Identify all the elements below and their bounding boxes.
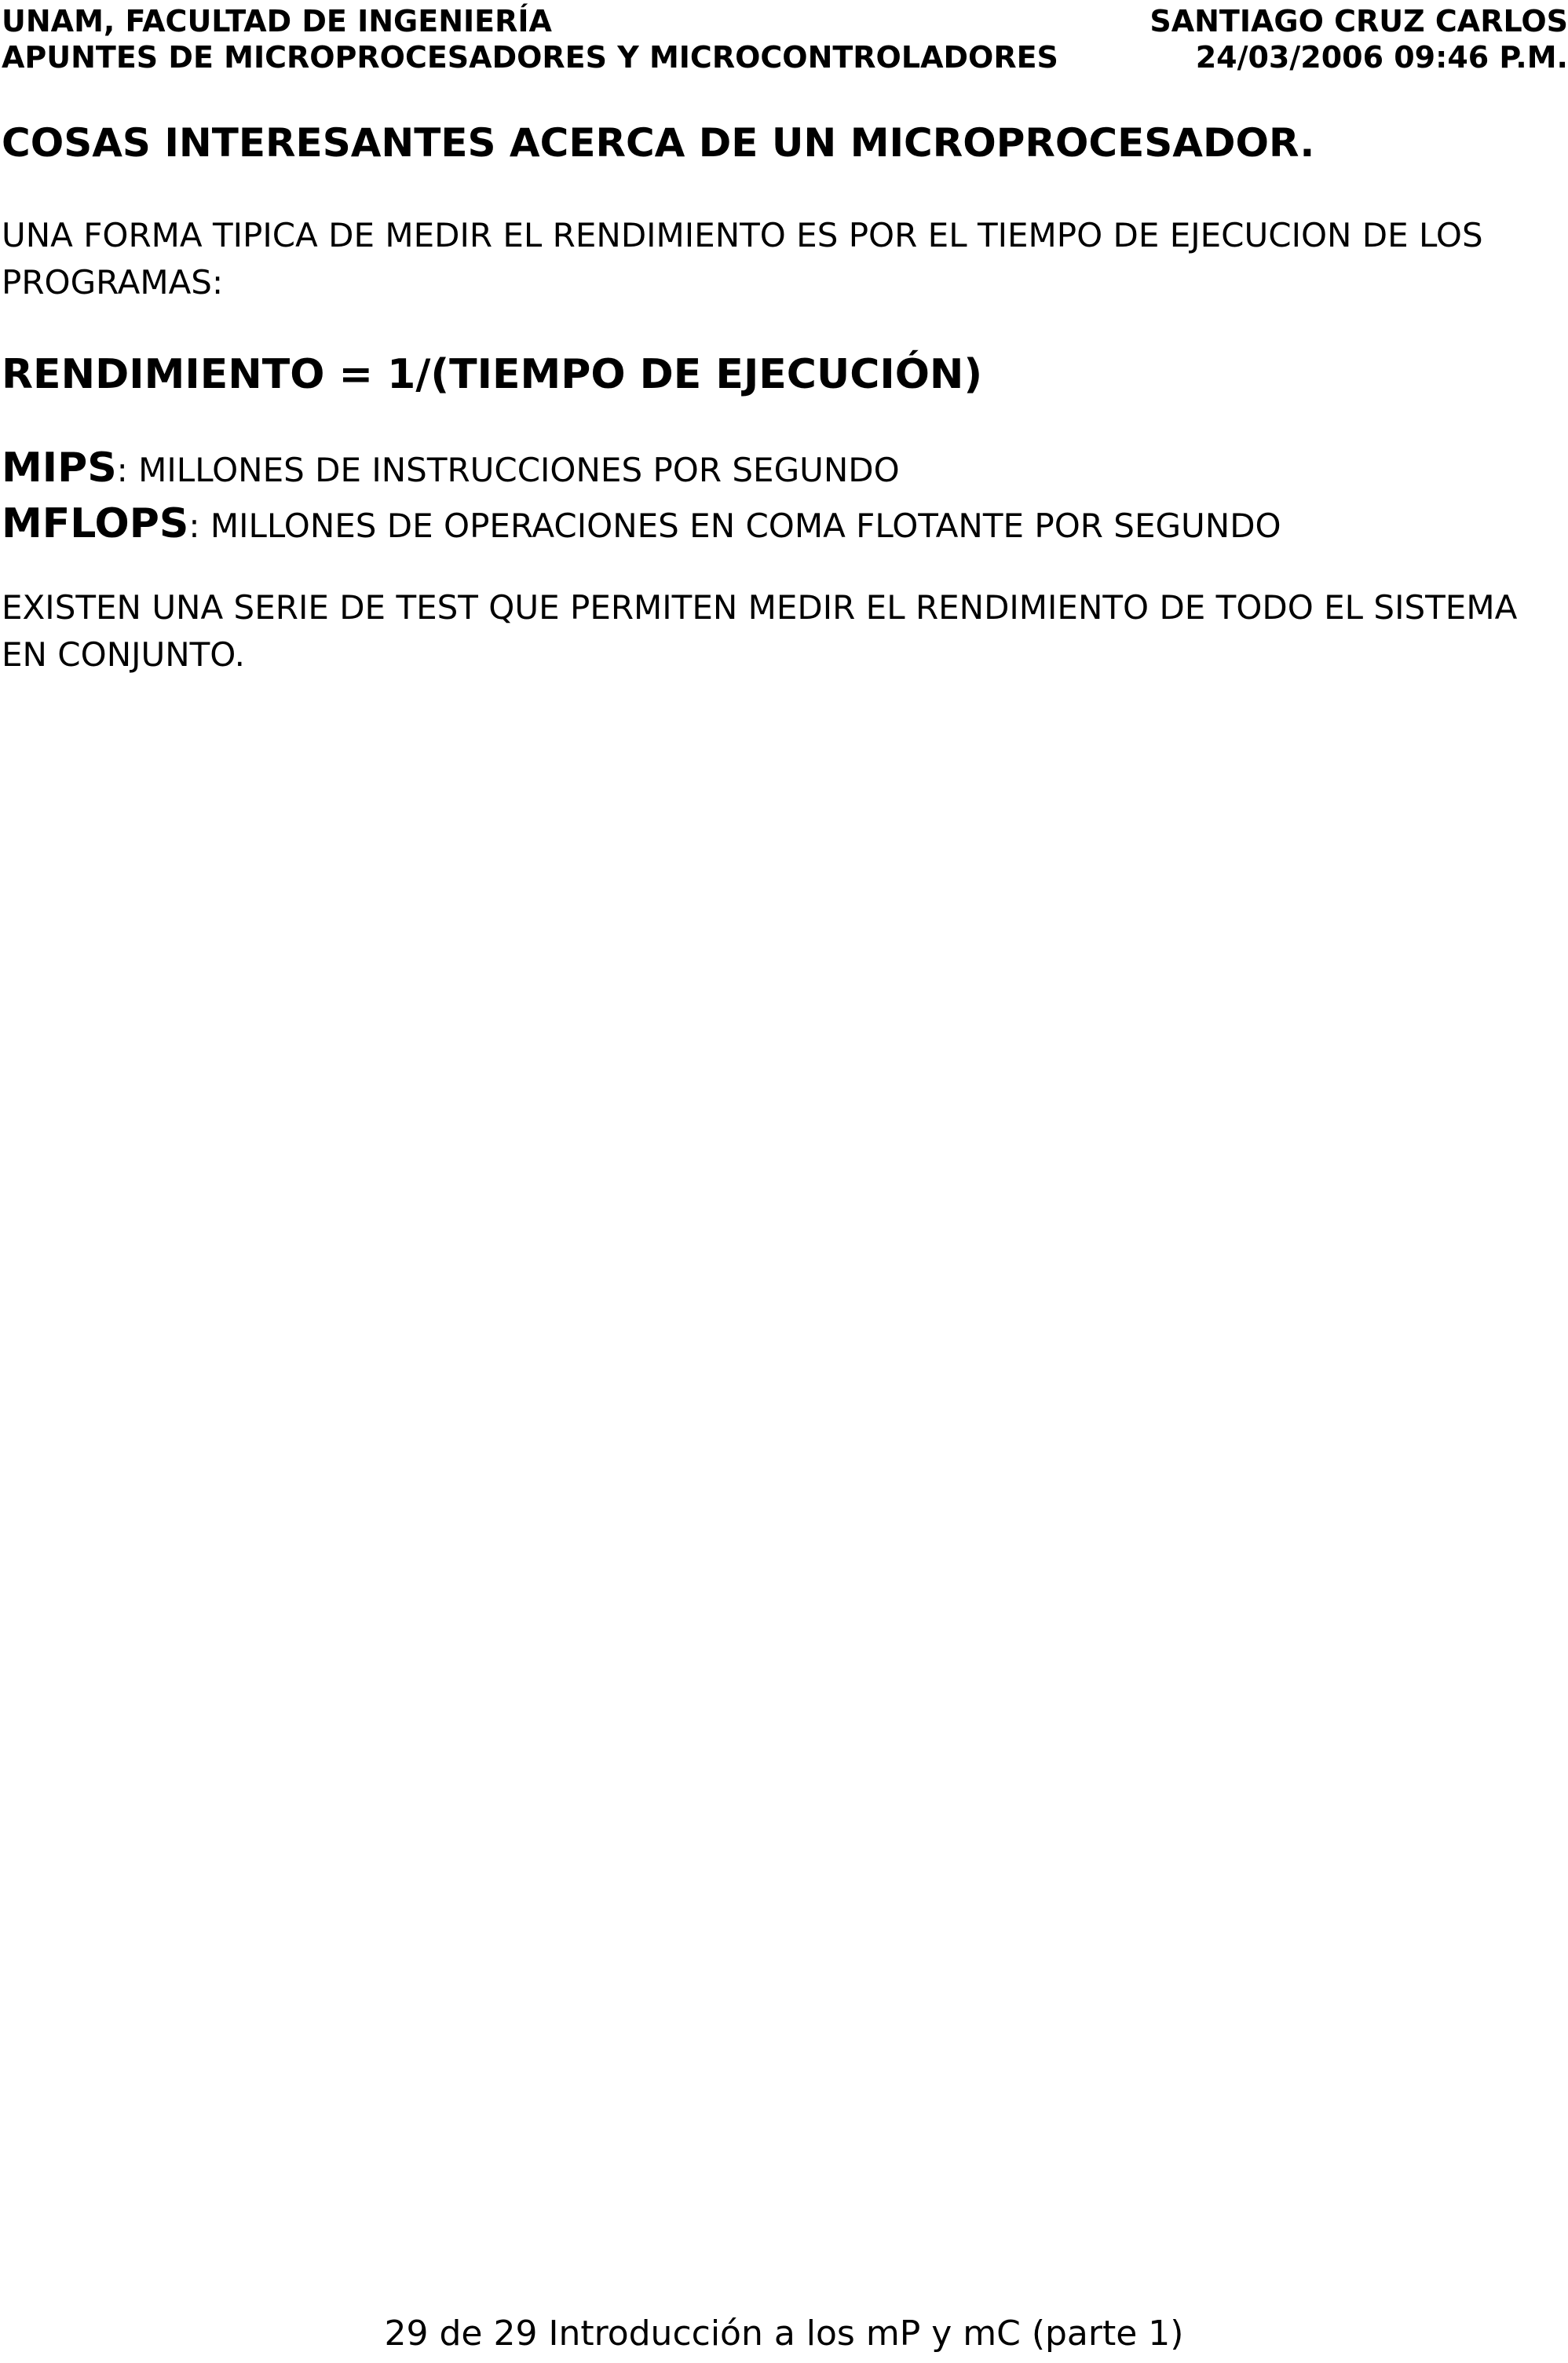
definition-description: MILLONES DE OPERACIONES EN COMA FLOTANTE… — [210, 507, 1281, 545]
test-suite-paragraph: EXISTEN UNA SERIE DE TEST QUE PERMITEN M… — [2, 588, 1518, 674]
institution-name: UNAM, FACULTAD DE INGENIERÍA — [2, 4, 552, 38]
document-timestamp: 24/03/2006 09:46 P.M. — [1195, 40, 1568, 75]
definition-term: MFLOPS — [2, 500, 189, 547]
header-right: SANTIAGO CRUZ CARLOS 24/03/2006 09:46 P.… — [1150, 3, 1568, 75]
page-header: UNAM, FACULTAD DE INGENIERÍA APUNTES DE … — [0, 3, 1568, 75]
performance-paragraph: UNA FORMA TIPICA DE MEDIR EL RENDIMIENTO… — [2, 216, 1483, 302]
page-content: COSAS INTERESANTES ACERCA DE UN MICROPRO… — [2, 118, 1556, 679]
page-footer: 29 de 29 Introducción a los mP y mC (par… — [384, 2314, 1184, 2354]
definition-separator: : — [116, 451, 139, 489]
section-title: COSAS INTERESANTES ACERCA DE UN MICROPRO… — [2, 120, 1315, 166]
definition-list: MIPS: MILLONES DE INSTRUCCIONES POR SEGU… — [2, 441, 1556, 553]
definition-description: MILLONES DE INSTRUCCIONES POR SEGUNDO — [138, 451, 900, 489]
author-name: SANTIAGO CRUZ CARLOS — [1150, 4, 1568, 38]
performance-formula: RENDIMIENTO = 1/(TIEMPO DE EJECUCIÓN) — [2, 351, 983, 398]
header-left: UNAM, FACULTAD DE INGENIERÍA APUNTES DE … — [2, 3, 1058, 75]
course-notes-title: APUNTES DE MICROPROCESADORES Y MICROCONT… — [2, 40, 1058, 75]
definition-term: MIPS — [2, 444, 117, 492]
definition-mips: MIPS: MILLONES DE INSTRUCCIONES POR SEGU… — [2, 441, 1556, 497]
definition-separator: : — [188, 507, 210, 545]
definition-mflops: MFLOPS: MILLONES DE OPERACIONES EN COMA … — [2, 497, 1556, 553]
